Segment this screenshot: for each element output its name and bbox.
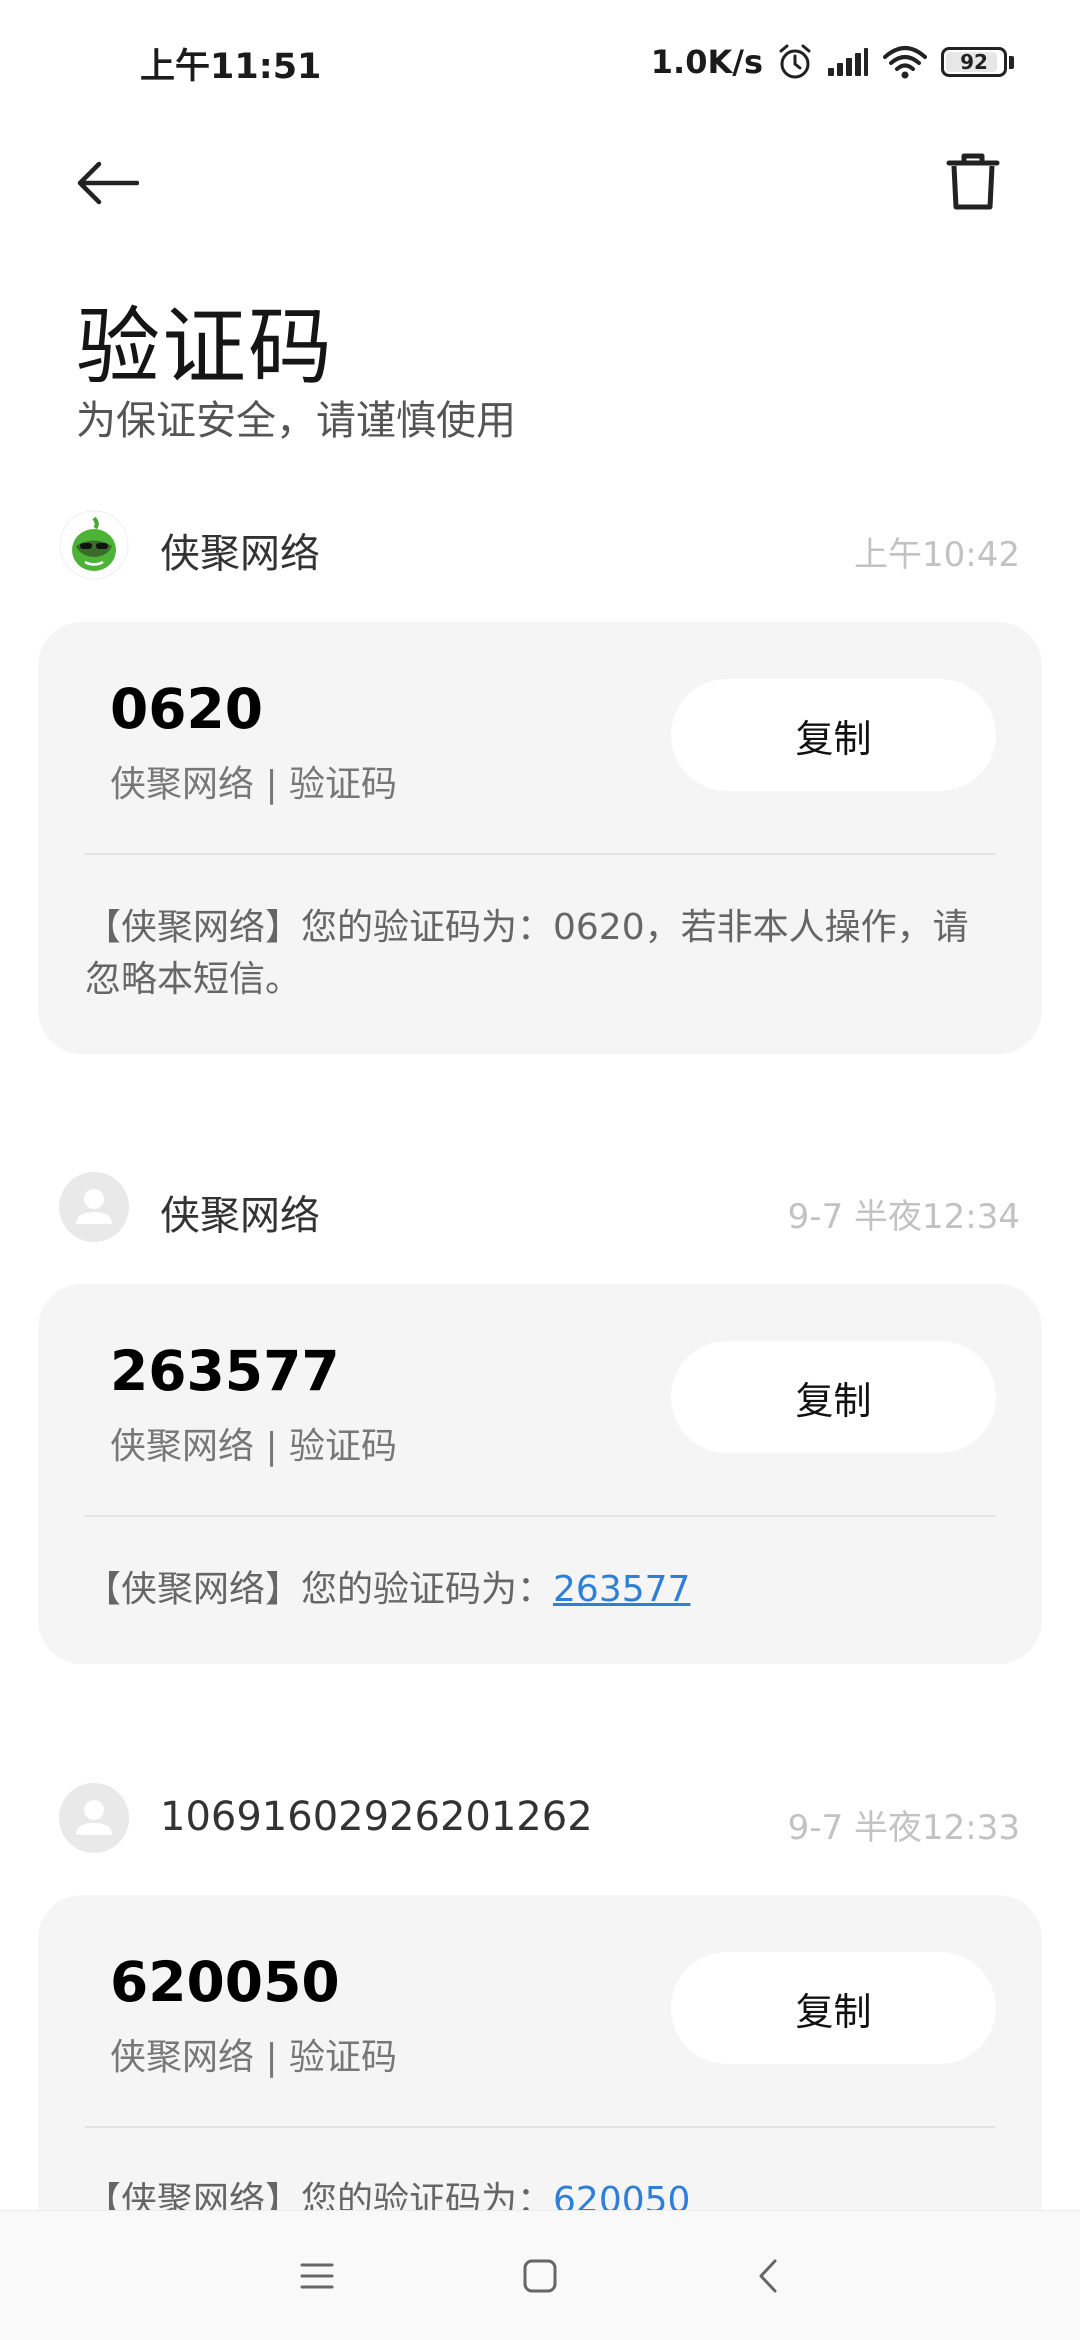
sender-row[interactable]: 10691602926201262 9-7 半夜12:33: [0, 1778, 1080, 1858]
status-bar: 上午11:51 1.0K/s 92: [0, 0, 1080, 125]
message-time: 上午10:42: [854, 535, 1020, 575]
contact-avatar: [59, 1783, 129, 1853]
person-icon: [76, 1189, 112, 1224]
back-arrow-icon: [77, 161, 139, 204]
verification-code: 0620: [110, 677, 264, 741]
status-icons: 1.0K/s 92: [651, 40, 1014, 84]
message-text-prefix: 【侠聚网络】您的验证码为：: [85, 1569, 554, 1610]
message-text: 【侠聚网络】您的验证码为：263577: [85, 1564, 978, 1616]
code-source: 侠聚网络 | 验证码: [110, 1426, 398, 1467]
home-button[interactable]: [505, 2241, 575, 2311]
battery-tip: [1009, 55, 1014, 69]
page-title: 验证码: [76, 298, 335, 396]
sender-row[interactable]: 侠聚网络 上午10:42: [0, 505, 1080, 585]
card-divider: [85, 853, 995, 855]
message-time: 9-7 半夜12:34: [787, 1197, 1020, 1237]
net-speed: 1.0K/s: [650, 43, 763, 81]
delete-button[interactable]: [935, 142, 1010, 222]
screen: 上午11:51 1.0K/s 92 验证码 为保证安全，请谨慎使用 侠聚网络 上…: [0, 0, 1080, 2340]
card-divider: [85, 1515, 995, 1517]
sender-name: 侠聚网络: [160, 1193, 320, 1239]
back-icon: [759, 2259, 777, 2293]
back-button[interactable]: [70, 145, 145, 220]
code-source: 侠聚网络 | 验证码: [110, 2037, 398, 2078]
app-logo-icon: [59, 510, 129, 580]
message-text: 【侠聚网络】您的验证码为：0620，若非本人操作，请忽略本短信。: [85, 907, 969, 1000]
code-link[interactable]: 263577: [553, 1569, 690, 1610]
wifi-icon: [883, 46, 927, 79]
code-card[interactable]: 263577 侠聚网络 | 验证码 复制 【侠聚网络】您的验证码为：263577: [38, 1284, 1042, 1664]
person-icon: [76, 1800, 112, 1835]
sender-row[interactable]: 侠聚网络 9-7 半夜12:34: [0, 1167, 1080, 1247]
nav-back-button[interactable]: [733, 2241, 803, 2311]
signal-icon: [828, 48, 868, 76]
code-source: 侠聚网络 | 验证码: [110, 764, 398, 805]
status-time: 上午11:51: [140, 47, 322, 87]
page-subtitle: 为保证安全，请谨慎使用: [76, 398, 516, 444]
sender-name: 侠聚网络: [160, 531, 320, 577]
alarm-icon: [779, 44, 811, 79]
copy-button[interactable]: 复制: [671, 679, 996, 791]
verification-code: 620050: [110, 1950, 340, 2014]
verification-code: 263577: [110, 1339, 340, 1403]
battery-icon: 92: [941, 47, 1007, 77]
battery-percent: 92: [960, 50, 988, 74]
app-logo-avatar: [59, 510, 129, 580]
sender-name: 10691602926201262: [160, 1794, 593, 1840]
contact-avatar: [59, 1172, 129, 1242]
copy-button[interactable]: 复制: [671, 1341, 996, 1453]
code-card[interactable]: 0620 侠聚网络 | 验证码 复制 【侠聚网络】您的验证码为：0620，若非本…: [38, 622, 1042, 1054]
copy-button[interactable]: 复制: [671, 1952, 996, 2064]
recent-apps-button[interactable]: [282, 2241, 352, 2311]
navigation-bar: [0, 2210, 1080, 2340]
menu-icon: [300, 2263, 334, 2289]
card-divider: [85, 2126, 995, 2128]
trash-icon: [946, 153, 999, 210]
home-icon: [523, 2259, 557, 2293]
message-time: 9-7 半夜12:33: [787, 1808, 1020, 1848]
